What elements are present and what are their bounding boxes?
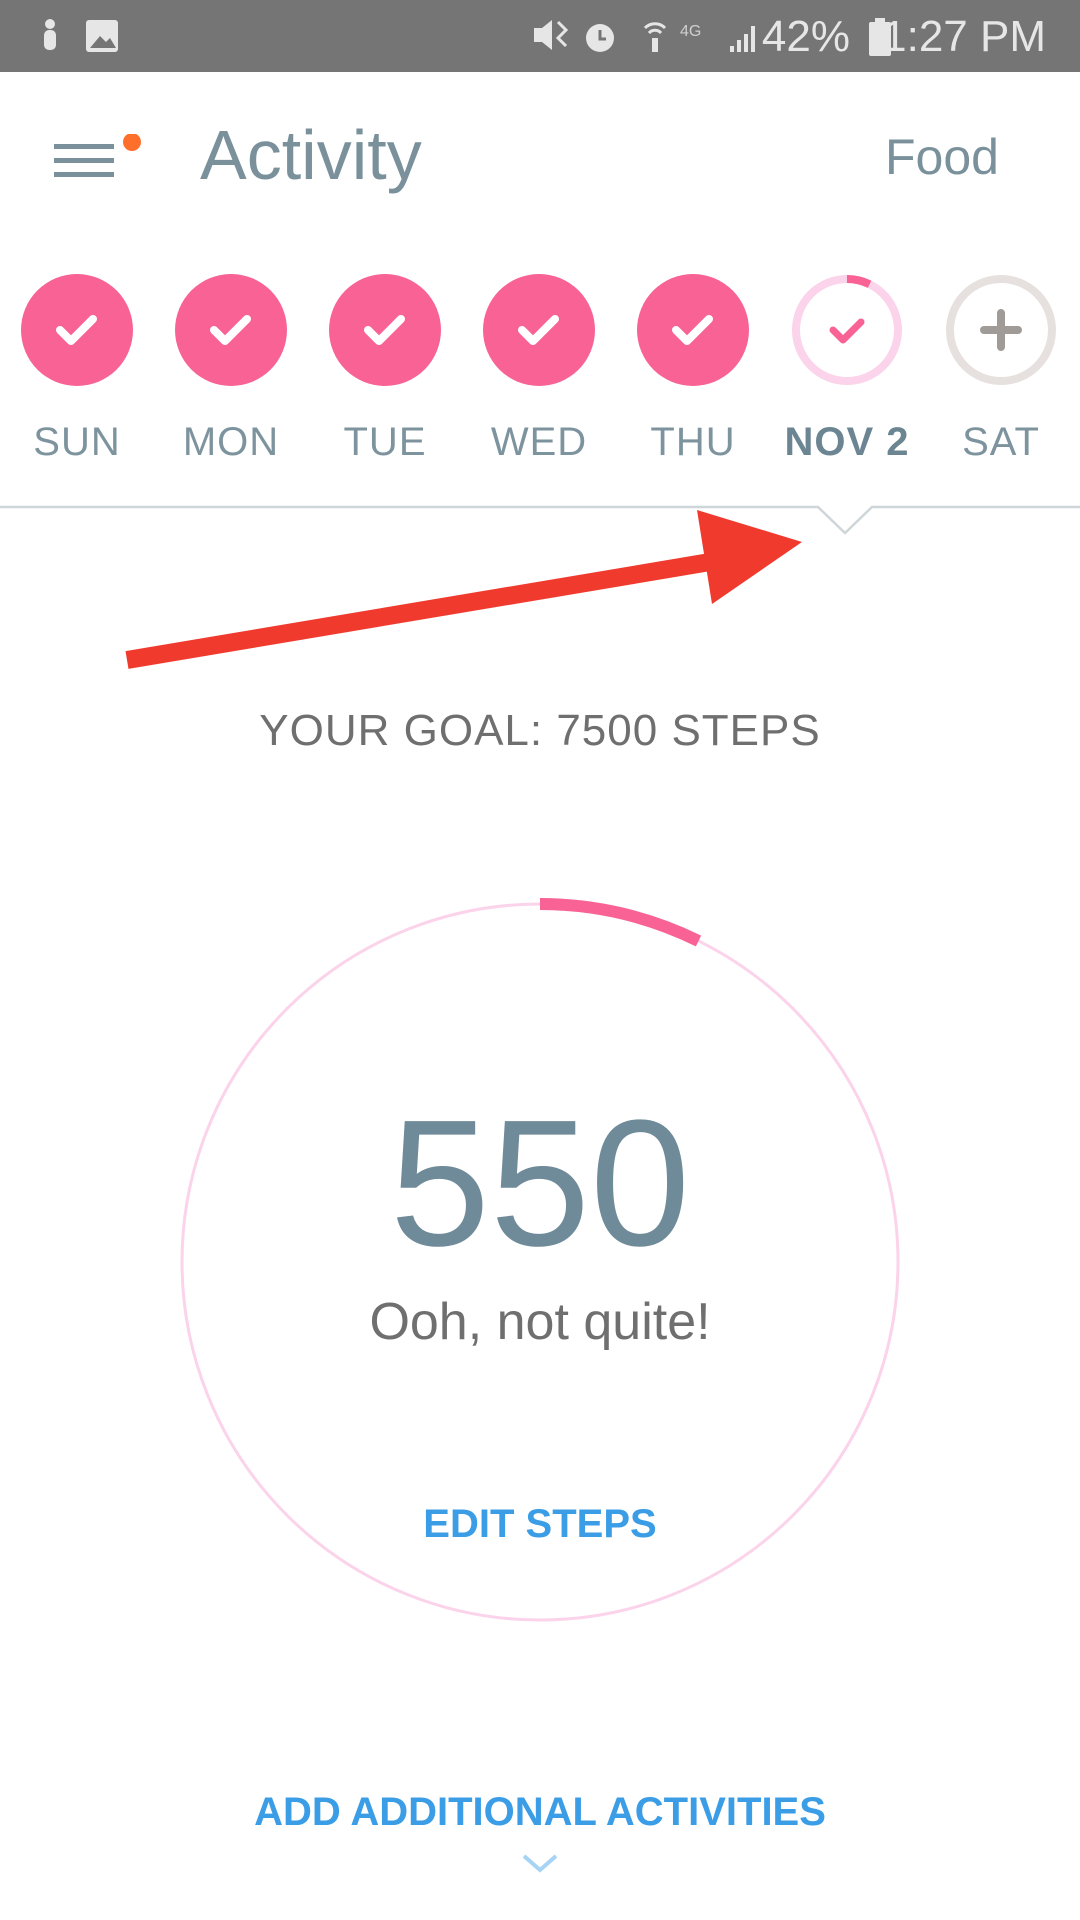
ring-progress-arc: [539, 898, 702, 947]
battery-percent: 42%: [761, 12, 850, 61]
day-circle-nov-2[interactable]: [792, 275, 902, 385]
day-circle-sun[interactable]: [21, 274, 133, 386]
check-icon: [829, 318, 865, 344]
day-label[interactable]: MON: [161, 420, 301, 465]
clock: 1:27 PM: [882, 12, 1046, 61]
day-circle-tue[interactable]: [329, 274, 441, 386]
notification-icons: [44, 19, 118, 52]
day-label[interactable]: SAT: [931, 420, 1071, 465]
day-label[interactable]: SUN: [7, 420, 147, 465]
day-label[interactable]: TUE: [315, 420, 455, 465]
notification-badge: [123, 134, 141, 151]
svg-text:4G: 4G: [680, 23, 701, 40]
red-arrow-annotation: [125, 510, 802, 669]
steps-count: 550: [389, 1083, 691, 1284]
day-circle-thu[interactable]: [637, 274, 749, 386]
tab-food[interactable]: Food: [885, 128, 999, 186]
day-label[interactable]: NOV 2: [777, 420, 917, 465]
chevron-down-icon[interactable]: [520, 1852, 560, 1876]
day-progress-arc: [846, 275, 872, 288]
edit-steps-button[interactable]: EDIT STEPS: [390, 1502, 690, 1547]
day-circle-mon[interactable]: [175, 274, 287, 386]
menu-icon[interactable]: [52, 134, 148, 184]
page-title: Activity: [200, 116, 422, 194]
plus-icon: [980, 309, 1022, 351]
day-label[interactable]: WED: [469, 420, 609, 465]
day-circle-sat[interactable]: [946, 275, 1056, 385]
add-activities-button[interactable]: ADD ADDITIONAL ACTIVITIES: [140, 1790, 940, 1835]
week-day-selector: [21, 274, 1056, 386]
goal-text: YOUR GOAL: 7500 STEPS: [259, 706, 821, 755]
steps-message: Ooh, not quite!: [369, 1293, 711, 1351]
day-label[interactable]: THU: [623, 420, 763, 465]
day-circle-wed[interactable]: [483, 274, 595, 386]
system-icons: 4G: [534, 20, 755, 52]
status-bar: 4G 42% 1:27 PM: [0, 0, 1080, 72]
